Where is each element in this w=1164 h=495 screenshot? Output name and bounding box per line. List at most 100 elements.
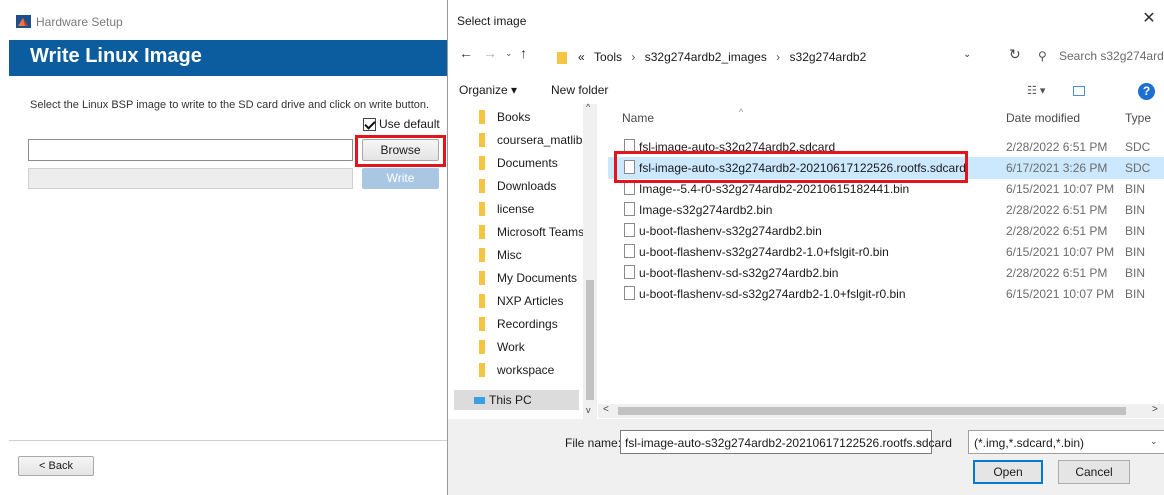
folder-icon	[479, 248, 485, 262]
file-date: 2/28/2022 6:51 PM	[1006, 140, 1108, 154]
file-row[interactable]: Image-s32g274ardb2.bin 2/28/2022 6:51 PM…	[608, 199, 1164, 221]
file-date: 6/15/2021 10:07 PM	[1006, 287, 1115, 301]
nav-item-license[interactable]: license	[479, 198, 534, 220]
nav-item-books[interactable]: Books	[479, 106, 530, 128]
back-button[interactable]: < Back	[18, 456, 94, 476]
search-input[interactable]: Search s32g274ardb2	[1059, 49, 1164, 63]
folder-icon	[479, 317, 485, 331]
use-default-checkbox-row[interactable]: Use default	[363, 117, 440, 131]
nav-item-microsoft-teams[interactable]: Microsoft Teams	[479, 221, 584, 243]
view-options-icon[interactable]: ☷ ▾	[1027, 84, 1045, 97]
breadcrumb-separator: ›	[631, 50, 636, 64]
nav-item-label: coursera_matlib	[497, 133, 583, 147]
folder-icon	[557, 52, 567, 64]
navigation-pane: Books coursera_matlib Documents Download…	[448, 102, 598, 419]
file-list-horizontal-scrollbar[interactable]: < >	[598, 404, 1164, 418]
chevron-down-icon[interactable]: ⌄	[1150, 436, 1158, 447]
organize-menu[interactable]: Organize ▾	[459, 83, 517, 97]
chevron-up-icon[interactable]: ^	[586, 102, 590, 112]
nav-item-downloads[interactable]: Downloads	[479, 175, 556, 197]
nav-item-documents[interactable]: Documents	[479, 152, 558, 174]
folder-icon	[479, 340, 485, 354]
chevron-down-icon[interactable]: ⌄	[916, 436, 924, 447]
file-icon	[624, 181, 635, 195]
file-row[interactable]: u-boot-flashenv-sd-s32g274ardb2.bin 2/28…	[608, 262, 1164, 284]
nav-item-work[interactable]: Work	[479, 336, 525, 358]
scrollbar-thumb[interactable]	[586, 280, 594, 400]
chevron-down-icon[interactable]: v	[586, 405, 591, 415]
scrollbar-thumb[interactable]	[618, 407, 1126, 415]
recent-locations-icon[interactable]: ⌄	[505, 48, 513, 59]
search-box[interactable]: ⚲ Search s32g274ardb2	[1032, 42, 1164, 70]
folder-icon	[479, 110, 485, 124]
file-icon	[624, 202, 635, 216]
up-arrow-icon[interactable]: ↑	[520, 45, 527, 61]
nav-pane-scrollbar[interactable]: ^ v	[583, 102, 597, 419]
folder-icon	[479, 225, 485, 239]
breadcrumb: « Tools › s32g274ardb2_images › s32g274a…	[578, 50, 866, 64]
image-path-input[interactable]	[28, 139, 353, 161]
breadcrumb-item-tools[interactable]: Tools	[594, 50, 622, 64]
file-type: BIN	[1125, 203, 1146, 217]
nav-item-workspace[interactable]: workspace	[479, 359, 554, 381]
column-header-name[interactable]: Name ^	[622, 107, 743, 125]
nav-item-recordings[interactable]: Recordings	[479, 313, 558, 335]
nav-item-label: Recordings	[497, 317, 558, 331]
nav-item-this-pc[interactable]: This PC	[454, 390, 579, 410]
page-title: Write Linux Image	[30, 45, 202, 67]
file-row[interactable]: u-boot-flashenv-s32g274ardb2-1.0+fslgit-…	[608, 241, 1164, 263]
file-name: u-boot-flashenv-sd-s32g274ardb2.bin	[639, 266, 839, 280]
file-name: Image-s32g274ardb2.bin	[639, 203, 773, 217]
search-icon: ⚲	[1038, 49, 1047, 63]
file-date: 2/28/2022 6:51 PM	[1006, 224, 1108, 238]
breadcrumb-item-board[interactable]: s32g274ardb2	[790, 50, 867, 64]
file-row[interactable]: u-boot-flashenv-s32g274ardb2.bin 2/28/20…	[608, 220, 1164, 242]
file-date: 2/28/2022 6:51 PM	[1006, 203, 1108, 217]
file-type: BIN	[1125, 224, 1146, 238]
window-title: Hardware Setup	[36, 15, 123, 29]
folder-icon	[479, 294, 485, 308]
browse-button[interactable]: Browse	[362, 139, 439, 161]
back-arrow-icon[interactable]: ←	[459, 45, 473, 61]
refresh-icon[interactable]: ↻	[1009, 46, 1021, 63]
open-button[interactable]: Open	[973, 460, 1043, 484]
select-image-dialog: Select image ✕ ← → ⌄ ↑ « Tools › s32g274…	[447, 0, 1164, 495]
preview-pane-icon[interactable]	[1073, 86, 1085, 96]
write-button[interactable]: Write	[362, 168, 439, 189]
forward-arrow-icon[interactable]: →	[483, 45, 497, 61]
computer-icon	[474, 396, 485, 404]
selected-file-highlight-box	[614, 151, 968, 183]
footer-divider	[9, 440, 448, 441]
file-name: u-boot-flashenv-sd-s32g274ardb2-1.0+fslg…	[639, 287, 906, 301]
chevron-left-icon[interactable]: <	[603, 404, 609, 415]
cancel-button[interactable]: Cancel	[1058, 460, 1130, 484]
new-folder-button[interactable]: New folder	[551, 83, 608, 97]
folder-icon	[479, 271, 485, 285]
nav-item-my-documents[interactable]: My Documents	[479, 267, 577, 289]
file-icon	[624, 286, 635, 300]
chevron-down-icon[interactable]: ⌄	[963, 49, 971, 60]
nav-item-label: workspace	[497, 363, 555, 377]
column-header-date[interactable]: Date modified	[1006, 111, 1080, 125]
folder-icon	[479, 156, 485, 170]
nav-item-coursera-matlib[interactable]: coursera_matlib	[479, 129, 582, 151]
nav-item-misc[interactable]: Misc	[479, 244, 522, 266]
file-icon	[624, 223, 635, 237]
file-name-input[interactable]: fsl-image-auto-s32g274ardb2-202106171225…	[620, 430, 952, 454]
breadcrumb-item-images[interactable]: s32g274ardb2_images	[645, 50, 767, 64]
close-icon[interactable]: ✕	[1139, 9, 1159, 29]
nav-item-nxp-articles[interactable]: NXP Articles	[479, 290, 563, 312]
column-header-type[interactable]: Type	[1125, 111, 1151, 125]
file-type-filter-select[interactable]: (*.img,*.sdcard,*.bin) ⌄	[968, 430, 1164, 454]
help-icon[interactable]: ?	[1138, 83, 1155, 100]
file-row[interactable]: u-boot-flashenv-sd-s32g274ardb2-1.0+fslg…	[608, 283, 1164, 305]
use-default-label: Use default	[379, 117, 440, 131]
use-default-checkbox[interactable]	[363, 117, 376, 131]
chevron-right-icon[interactable]: >	[1152, 404, 1158, 415]
file-type: BIN	[1125, 266, 1146, 280]
address-bar[interactable]: « Tools › s32g274ardb2_images › s32g274a…	[544, 42, 997, 70]
file-name: u-boot-flashenv-s32g274ardb2.bin	[639, 224, 822, 238]
breadcrumb-overflow[interactable]: «	[578, 50, 585, 64]
nav-item-label: Books	[497, 110, 531, 124]
banner: Write Linux Image	[9, 40, 448, 76]
